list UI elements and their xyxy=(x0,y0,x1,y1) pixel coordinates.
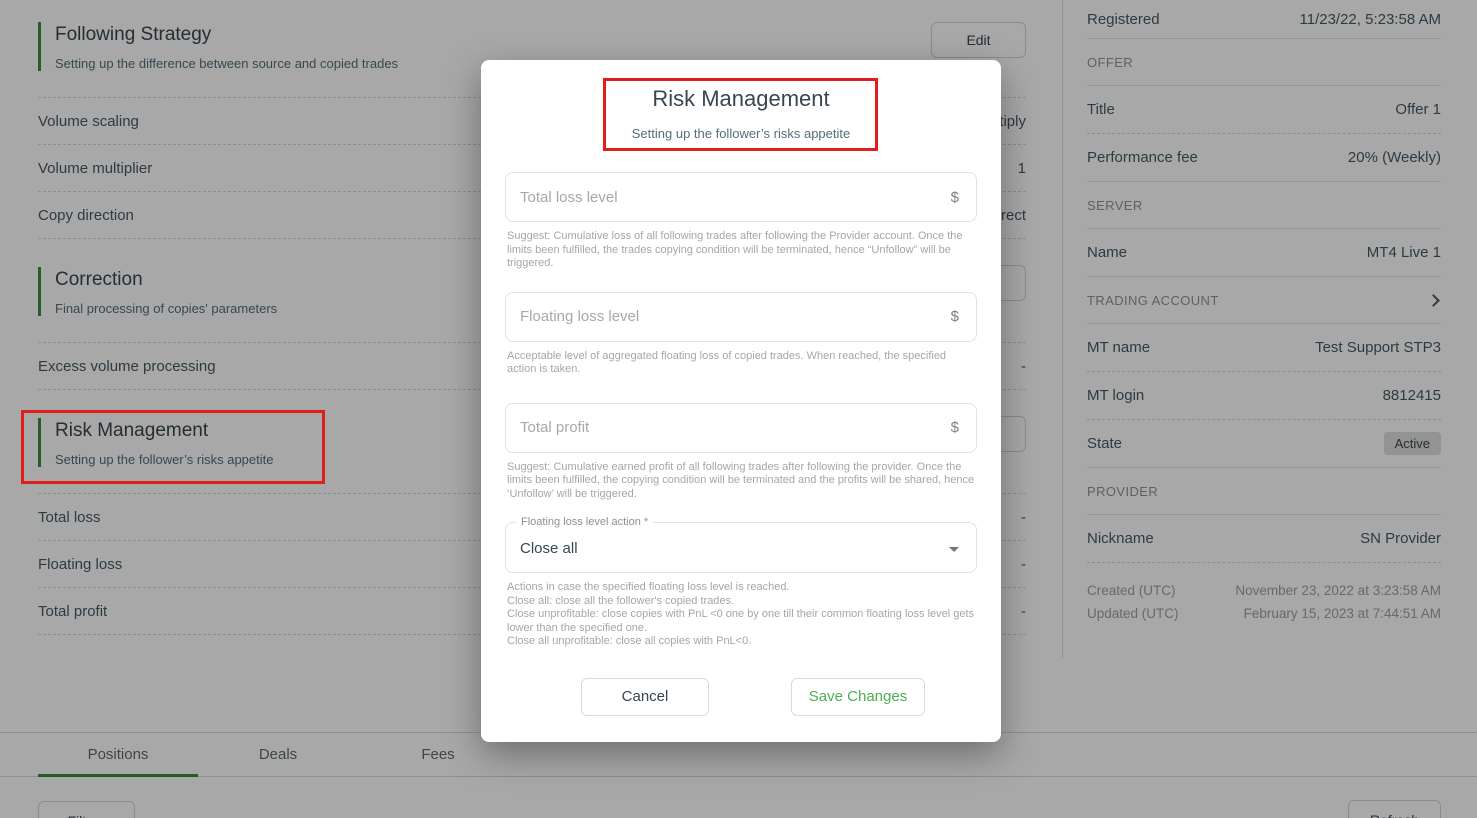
chevron-down-icon xyxy=(949,547,959,552)
select-floating-label: Floating loss level action * xyxy=(516,516,653,528)
page: Following Strategy Setting up the differ… xyxy=(0,0,1477,818)
dialog-actions: Cancel Save Changes xyxy=(505,678,977,716)
dollar-suffix: $ xyxy=(951,189,976,206)
dialog-title: Risk Management xyxy=(505,86,977,112)
dollar-suffix: $ xyxy=(951,419,976,436)
total-profit-field: $ xyxy=(505,403,977,453)
risk-management-dialog: Risk Management Setting up the follower’… xyxy=(481,60,1001,742)
dollar-suffix: $ xyxy=(951,308,976,325)
save-changes-button[interactable]: Save Changes xyxy=(791,678,925,716)
total-loss-level-input[interactable] xyxy=(506,189,951,206)
floating-loss-level-input[interactable] xyxy=(506,308,951,325)
dialog-subtitle: Setting up the follower’s risks appetite xyxy=(505,126,977,141)
total-profit-help: Suggest: Cumulative earned profit of all… xyxy=(507,461,975,502)
total-loss-level-help: Suggest: Cumulative loss of all followin… xyxy=(507,230,975,271)
floating-loss-level-help: Acceptable level of aggregated floating … xyxy=(507,350,975,377)
cancel-button[interactable]: Cancel xyxy=(581,678,709,716)
floating-loss-action-help: Actions in case the specified floating l… xyxy=(507,581,975,649)
floating-loss-level-action-select[interactable]: Floating loss level action * Close all xyxy=(505,522,977,573)
total-profit-input[interactable] xyxy=(506,419,951,436)
floating-loss-level-field: $ xyxy=(505,292,977,342)
select-value: Close all xyxy=(506,523,976,574)
total-loss-level-field: $ xyxy=(505,172,977,222)
